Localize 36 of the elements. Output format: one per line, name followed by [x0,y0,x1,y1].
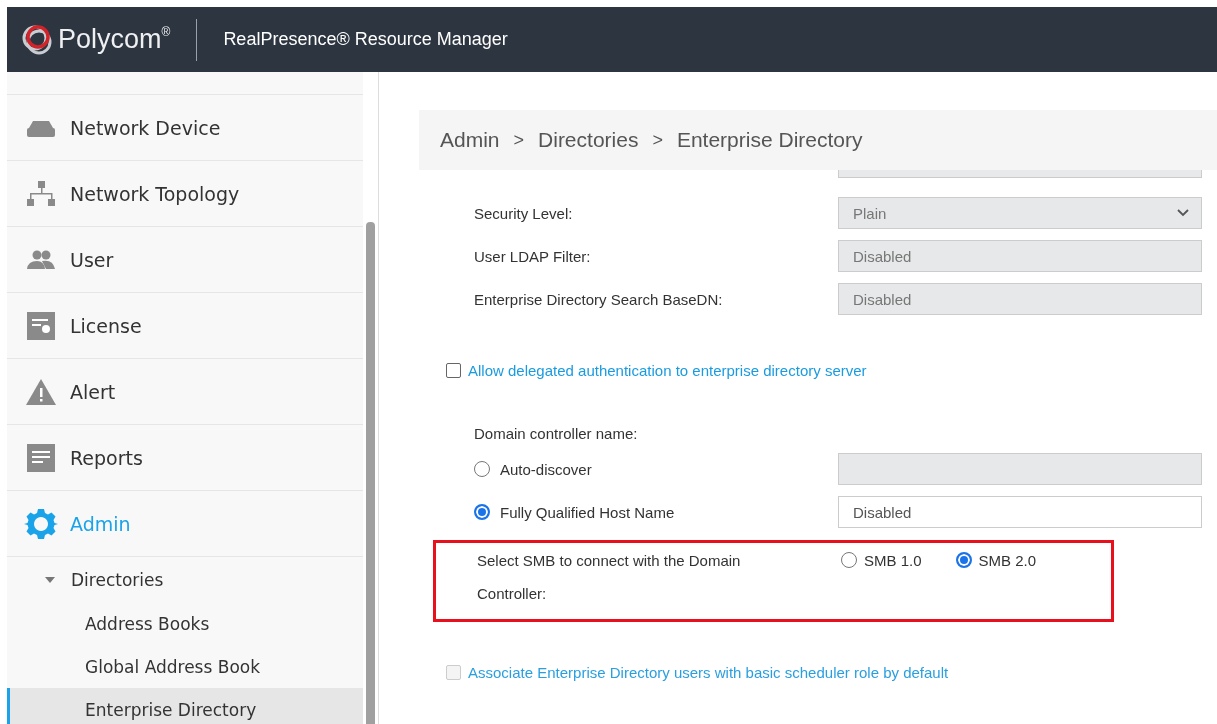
field-label: User LDAP Filter: [474,247,592,265]
checkbox[interactable] [446,363,461,378]
field-label: Security Level: [474,204,574,222]
sidebar-item[interactable]: Reports [7,425,363,491]
sidebar-item[interactable]: License [7,293,363,359]
radio-label: Auto-discover [500,460,592,478]
logo-icon [20,22,54,57]
sidebar-item[interactable]: Alert [7,359,363,425]
tree-item[interactable]: Directories [7,557,363,602]
sidebar-item[interactable]: User [7,227,363,293]
field-label: Enterprise Directory Search BaseDN: [474,290,724,308]
tree-item[interactable]: Global Address Book [7,645,363,688]
radio-label: Fully Qualified Host Name [500,503,675,521]
breadcrumb-item[interactable]: Directories [538,128,639,152]
radio-button[interactable] [841,552,857,568]
radio-button[interactable] [474,504,490,520]
chevron-down-icon [1177,209,1189,217]
input-field[interactable]: Disabled [838,496,1202,528]
radio-label: SMB 1.0 [864,551,922,569]
radio-button[interactable] [955,552,972,568]
settings-icon [24,506,58,541]
brand-name: Polycom$^{®}$ [58,24,171,55]
radio-button[interactable] [474,461,490,477]
product-title: RealPresence® Resource Manager [223,29,508,50]
breadcrumb-item[interactable]: Admin [440,128,500,152]
tree-item[interactable]: Address Books [7,602,363,645]
breadcrumb-item: Enterprise Directory [676,128,863,152]
breadcrumb-separator: > [513,129,525,151]
input-field[interactable] [838,170,1202,178]
scrollbar-thumb[interactable] [366,222,375,724]
field-label: Select SMB to connect with the Domain Controller: [477,551,742,604]
field-label: Domain controller name: [474,425,639,442]
sidebar-item[interactable]: Network Device [7,95,363,161]
tree-item[interactable]: Enterprise Directory [7,688,363,724]
breadcrumb-separator: > [652,129,663,151]
radio-label: SMB 2.0 [978,551,1037,569]
